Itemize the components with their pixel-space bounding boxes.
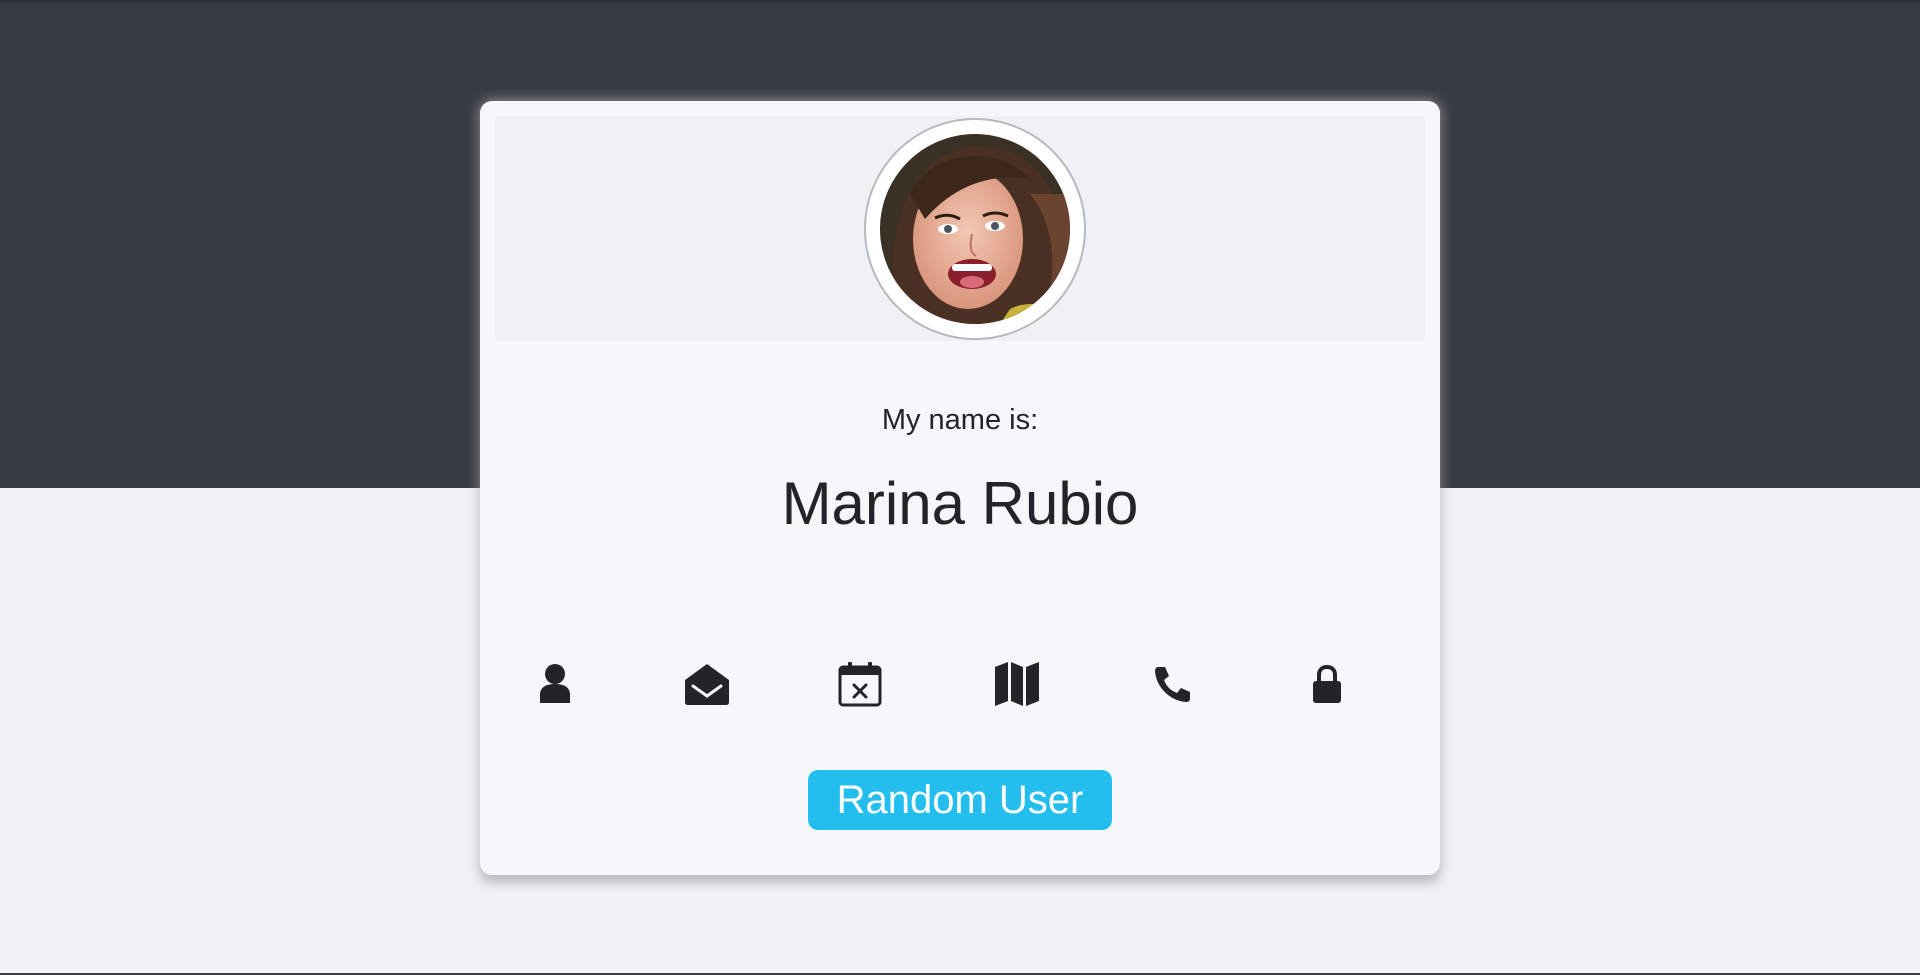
random-user-button[interactable]: Random User xyxy=(808,770,1112,830)
user-name: Marina Rubio xyxy=(781,470,1139,537)
intro-label: My name is: xyxy=(881,404,1039,436)
user-icon[interactable] xyxy=(525,654,585,714)
map-icon[interactable] xyxy=(987,654,1047,714)
lock-icon[interactable] xyxy=(1297,654,1357,714)
envelope-open-icon[interactable] xyxy=(677,654,737,714)
user-info-icons xyxy=(480,654,1440,714)
card-header xyxy=(495,116,1425,341)
calendar-x-icon[interactable] xyxy=(830,654,890,714)
user-card: My name is: Marina Rubio Random User xyxy=(480,101,1440,875)
avatar xyxy=(880,134,1070,324)
avatar-frame xyxy=(864,118,1086,340)
phone-icon[interactable] xyxy=(1143,654,1203,714)
button-container: Random User xyxy=(480,770,1440,830)
